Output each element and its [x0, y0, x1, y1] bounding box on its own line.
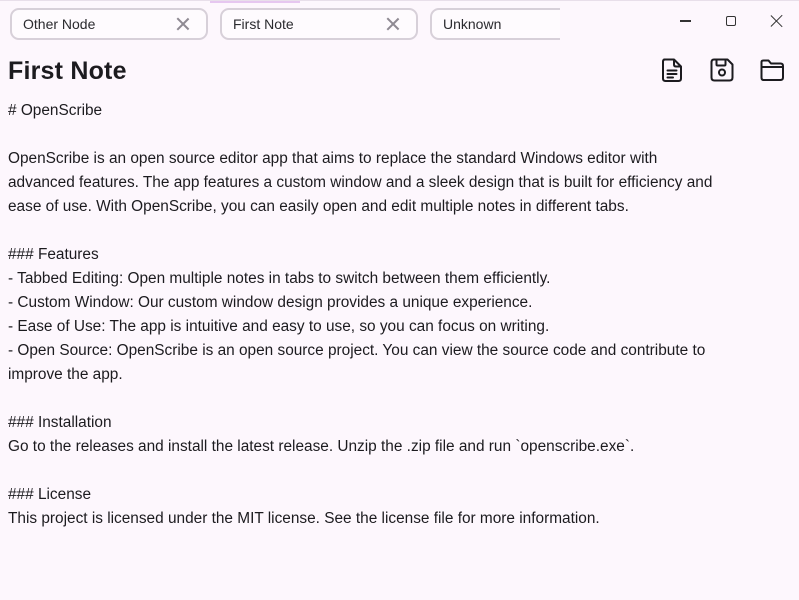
editor-line: OpenScribe is an open source editor app … — [8, 150, 658, 167]
editor-line: - Custom Window: Our custom window desig… — [8, 294, 533, 311]
editor-line: ease of use. With OpenScribe, you can ea… — [8, 198, 629, 215]
editor-line: - Open Source: OpenScribe is an open sou… — [8, 342, 706, 359]
close-window-button[interactable] — [754, 1, 799, 41]
editor-line: improve the app. — [8, 366, 123, 383]
folder-icon — [760, 59, 784, 81]
editor-line: ### Features — [8, 246, 99, 263]
editor-line: Go to the releases and install the lates… — [8, 438, 635, 455]
editor-line: # OpenScribe — [8, 102, 103, 119]
new-note-button[interactable] — [657, 55, 687, 85]
maximize-icon — [726, 16, 736, 26]
open-note-button[interactable] — [757, 55, 787, 85]
close-icon[interactable] — [386, 17, 400, 31]
tab-other-node[interactable]: Other Node — [10, 8, 208, 40]
tab-unknown[interactable]: Unknown — [430, 8, 560, 40]
tab-label: Other Node — [23, 16, 96, 32]
tab-first-note[interactable]: First Note — [220, 8, 418, 40]
editor-line: - Tabbed Editing: Open multiple notes in… — [8, 270, 551, 287]
minimize-icon — [679, 20, 691, 22]
editor-line: ### Installation — [8, 414, 112, 431]
save-icon — [710, 58, 734, 82]
close-icon[interactable] — [176, 17, 190, 31]
editor-line: This project is licensed under the MIT l… — [8, 510, 600, 527]
note-editor[interactable]: # OpenScribe OpenScribe is an open sourc… — [8, 99, 793, 531]
save-note-button[interactable] — [707, 55, 737, 85]
editor-line: ### License — [8, 486, 92, 503]
close-icon — [771, 15, 783, 27]
minimize-button[interactable] — [662, 1, 708, 41]
editor-line: advanced features. The app features a cu… — [8, 174, 713, 191]
note-title: First Note — [8, 57, 127, 85]
new-document-icon — [662, 58, 682, 82]
maximize-button[interactable] — [708, 1, 754, 41]
tab-label: Unknown — [443, 16, 502, 32]
tab-bar: Other Node First Note Unknown — [0, 1, 560, 47]
app-window: Other Node First Note Unknown First Note — [0, 0, 799, 600]
editor-line: - Ease of Use: The app is intuitive and … — [8, 318, 550, 335]
tab-label: First Note — [233, 16, 294, 32]
